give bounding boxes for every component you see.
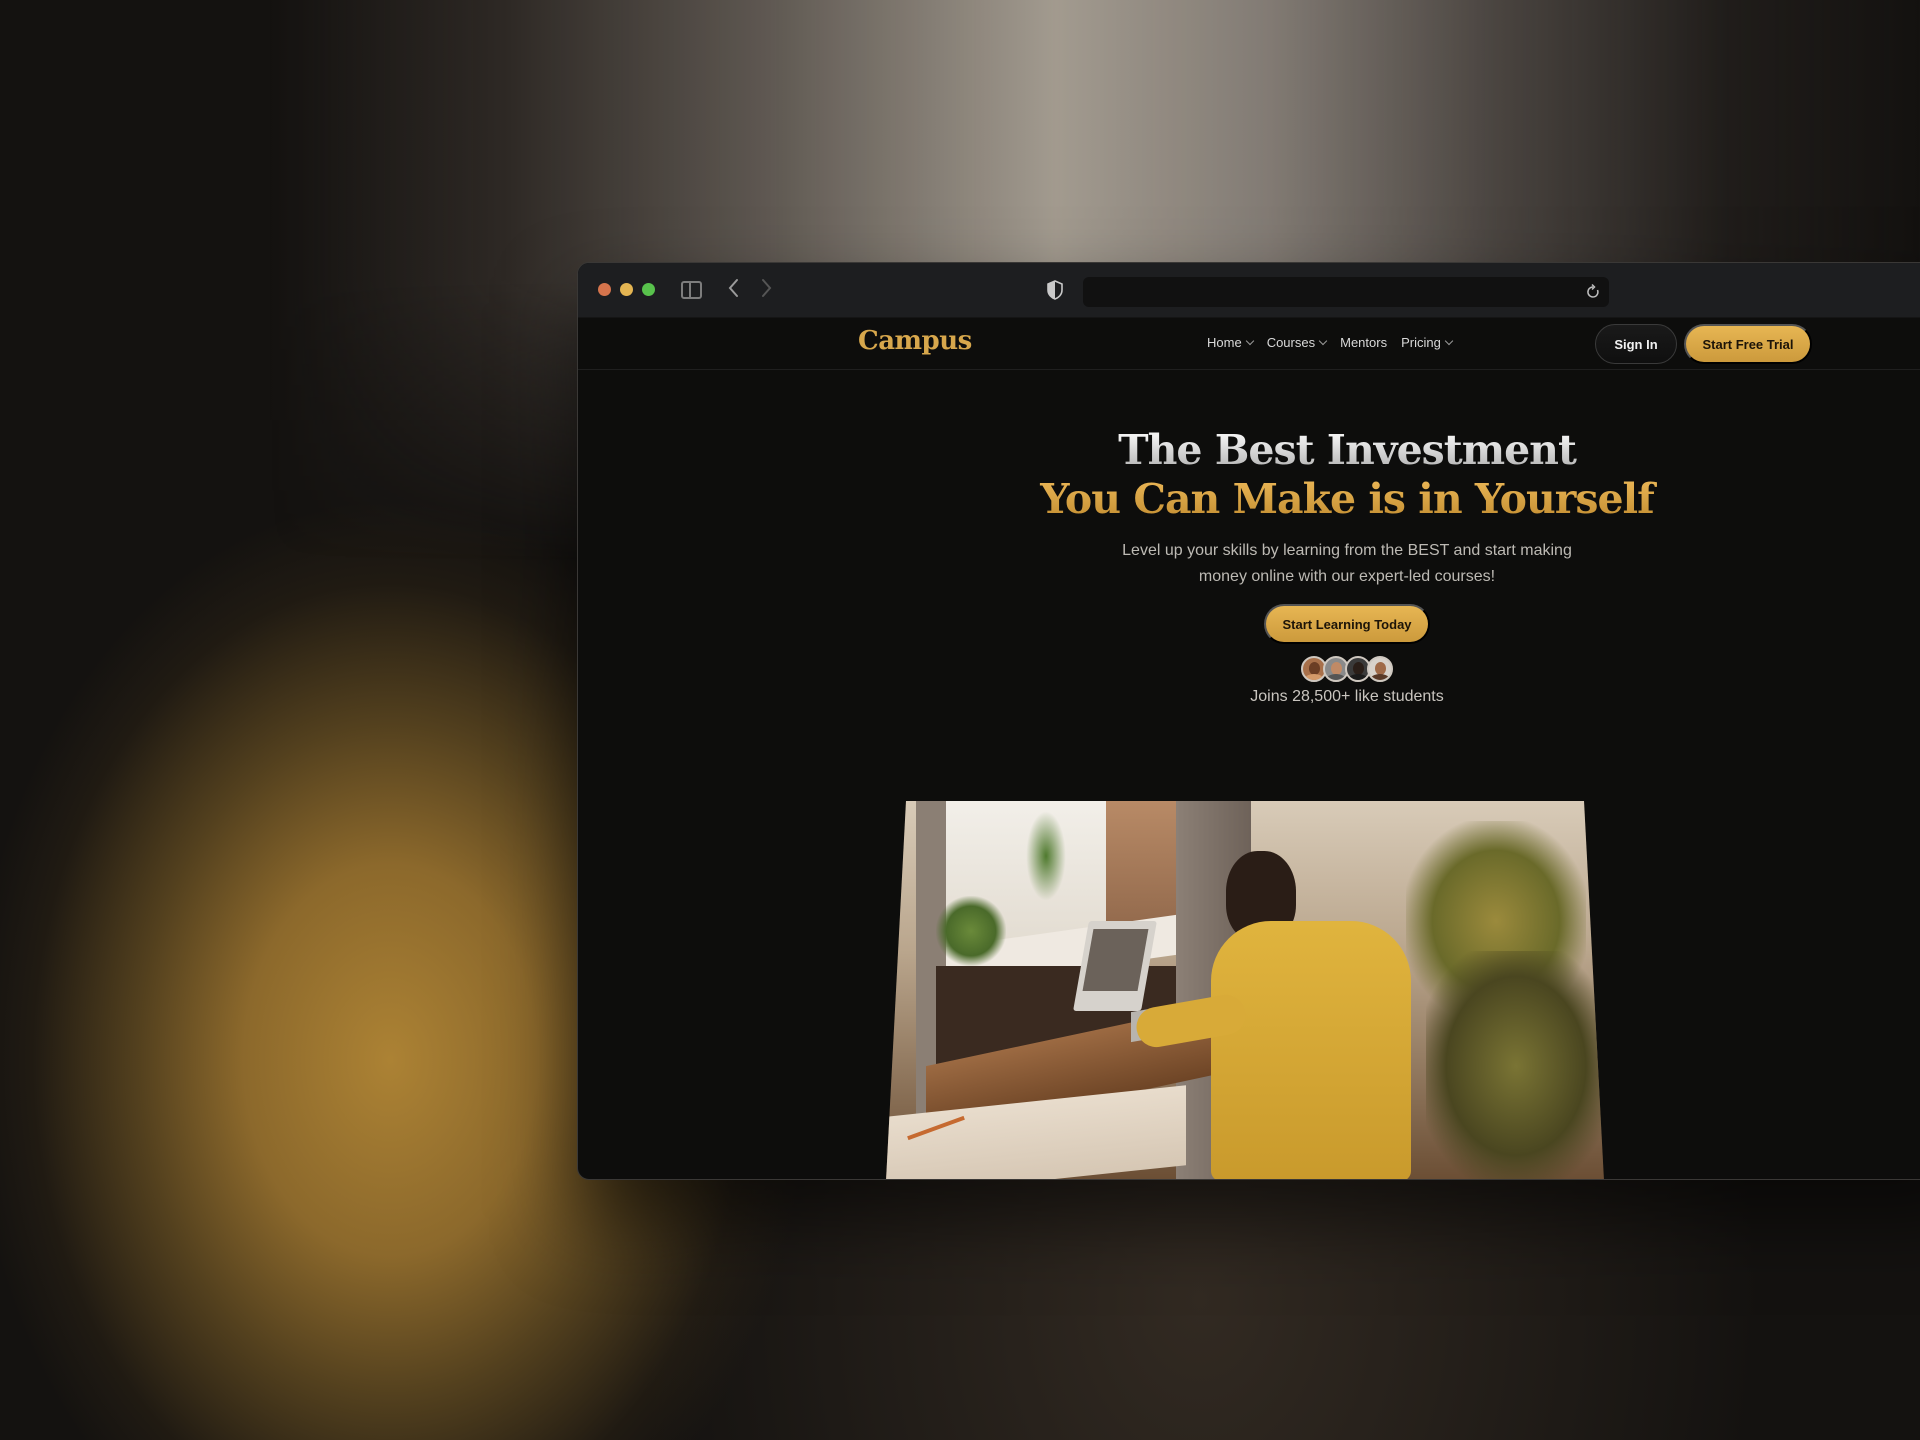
window-controls	[598, 283, 655, 296]
hero-subtitle: Level up your skills by learning from th…	[1122, 542, 1572, 585]
chevron-left-icon[interactable]	[726, 277, 740, 304]
site-logo[interactable]: Campus	[858, 326, 972, 356]
nav-item-home[interactable]: Home	[1207, 335, 1254, 350]
nav-label: Courses	[1266, 335, 1316, 350]
social-proof-text: Joins 28,500+ like students	[1250, 688, 1444, 705]
chevron-down-icon	[1444, 336, 1454, 346]
shield-icon[interactable]	[1046, 279, 1064, 306]
browser-window: Campus Home Courses Mentors Pricing Sign…	[577, 262, 1920, 1180]
sidebar-toggle-icon[interactable]	[681, 281, 702, 299]
nav-item-courses[interactable]: Courses	[1266, 335, 1328, 350]
minimize-window-button[interactable]	[620, 283, 633, 296]
sign-in-button[interactable]: Sign In	[1595, 324, 1677, 364]
nav-item-pricing[interactable]: Pricing	[1401, 335, 1454, 350]
site-header: Campus Home Courses Mentors Pricing Sign…	[578, 318, 1920, 370]
chevron-down-icon	[1318, 336, 1328, 346]
hero-title: The Best Investment You Can Make is in Y…	[978, 426, 1716, 524]
close-window-button[interactable]	[598, 283, 611, 296]
nav-item-mentors[interactable]: Mentors	[1340, 335, 1387, 350]
nav-label: Mentors	[1340, 335, 1388, 350]
hero-image	[886, 801, 1604, 1179]
start-learning-button[interactable]: Start Learning Today	[1264, 604, 1430, 644]
browser-toolbar	[578, 263, 1920, 318]
chevron-down-icon	[1245, 336, 1254, 346]
avatar	[1367, 656, 1393, 682]
main-nav: Home Courses Mentors Pricing	[1207, 335, 1454, 350]
maximize-window-button[interactable]	[642, 283, 655, 296]
chevron-right-icon[interactable]	[760, 277, 774, 304]
hero-photo	[886, 801, 1604, 1179]
nav-label: Home	[1207, 335, 1242, 350]
start-free-trial-button[interactable]: Start Free Trial	[1684, 324, 1812, 364]
address-bar[interactable]	[1083, 277, 1609, 307]
hero-title-line1: The Best Investment	[978, 426, 1716, 475]
hero-title-line2: You Can Make is in Yourself	[978, 475, 1716, 524]
student-avatars	[978, 656, 1716, 682]
nav-label: Pricing	[1401, 335, 1441, 350]
reload-icon[interactable]	[1585, 283, 1601, 306]
